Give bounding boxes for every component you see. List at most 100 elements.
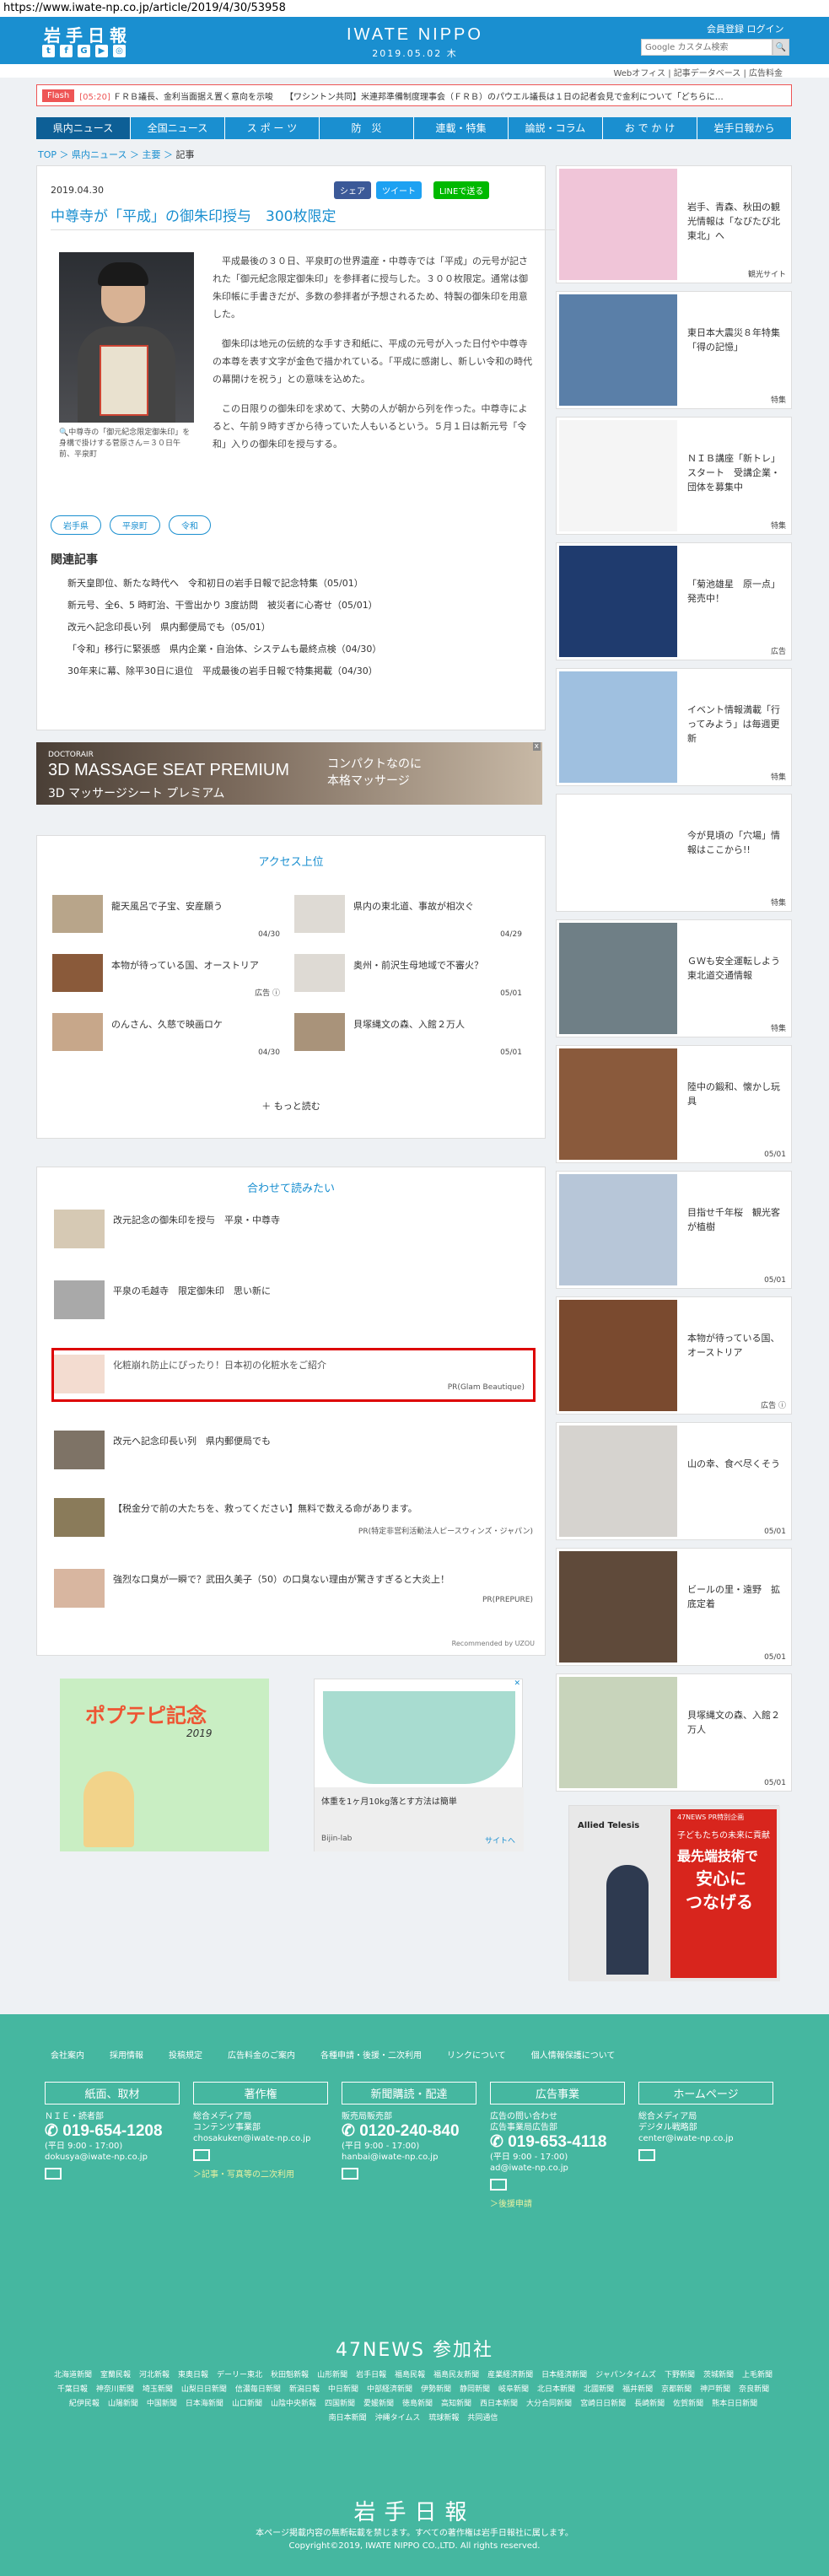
nav-local-news[interactable]: 県内ニュース <box>36 117 131 139</box>
line-share-button[interactable]: LINEで送る <box>433 181 490 199</box>
sidebar-item[interactable]: ビールの里・遠野 拡底定着 05/01 <box>556 1548 792 1666</box>
member-paper-link[interactable]: 秋田魁新報 <box>271 2369 309 2379</box>
twitter-icon[interactable]: t <box>42 45 55 57</box>
member-paper-link[interactable]: 琉球新報 <box>428 2412 459 2422</box>
member-paper-link[interactable]: 福島民友新聞 <box>433 2369 479 2379</box>
search-button[interactable]: 🔍 <box>772 39 789 56</box>
member-links[interactable]: 会員登録 ログイン <box>707 22 784 35</box>
mail-icon[interactable] <box>45 2168 62 2180</box>
sidebar-item[interactable]: 山の幸、食べ尽くそう 05/01 <box>556 1422 792 1540</box>
member-paper-link[interactable]: 埼玉新聞 <box>143 2383 173 2394</box>
sidebar-item[interactable]: 「菊池雄星 原一点」発売中！ 広告 <box>556 542 792 660</box>
member-paper-link[interactable]: 上毛新聞 <box>742 2369 772 2379</box>
member-paper-link[interactable]: 東奥日報 <box>178 2369 208 2379</box>
member-paper-link[interactable]: 山形新聞 <box>317 2369 347 2379</box>
nav-features[interactable]: 連載・特集 <box>414 117 509 139</box>
email-address[interactable]: dokusya@iwate-np.co.jp <box>45 2152 180 2163</box>
related-link[interactable]: 30年来に幕、除平30日に退位 平成最後の岩手日報で特集掲載（04/30） <box>67 660 381 682</box>
popteamepic-ad[interactable]: ポプテピ記念 2019 <box>60 1679 269 1851</box>
sponsorship-link[interactable]: ＞後援申請 <box>490 2196 625 2209</box>
related-link[interactable]: 改元へ記念印長い列 県内郵便局でも（05/01） <box>67 617 381 639</box>
youtube-icon[interactable]: ▶ <box>95 45 108 57</box>
nav-outing[interactable]: お で か け <box>603 117 697 139</box>
contact-button[interactable]: 紙面、取材 <box>45 2082 180 2104</box>
ticker-item[interactable]: 【ワシントン共同】米連邦準備制度理事会（ＦＲＢ）のパウエル議長は１日の記者会見で… <box>285 89 724 102</box>
member-paper-link[interactable]: 日本経済新聞 <box>541 2369 587 2379</box>
member-paper-link[interactable]: 長崎新聞 <box>634 2397 665 2408</box>
footer-link[interactable]: 各種申請・後援・二次利用 <box>320 2048 422 2061</box>
sidebar-item[interactable]: 本物が待っている国、オーストリア 広告 ⓘ <box>556 1296 792 1415</box>
email-address[interactable]: chosakuken@iwate-np.co.jp <box>193 2133 328 2144</box>
sidebar-item[interactable]: イベント情報満載「行ってみよう」は毎週更新 特集 <box>556 668 792 786</box>
footer-link[interactable]: 個人情報保護について <box>531 2048 616 2061</box>
member-paper-link[interactable]: 静岡新聞 <box>460 2383 490 2394</box>
member-paper-link[interactable]: 共同通信 <box>467 2412 498 2422</box>
search-input[interactable] <box>641 39 772 56</box>
sidebar-item[interactable]: ＮＩＢ講座「新トレ」スタート 受講企業・団体を募集中 特集 <box>556 417 792 535</box>
member-paper-link[interactable]: 紀伊民報 <box>69 2397 100 2408</box>
google-icon[interactable]: G <box>78 45 90 57</box>
footer-link[interactable]: 投稿規定 <box>169 2048 202 2061</box>
member-paper-link[interactable]: 北國新聞 <box>584 2383 614 2394</box>
crumb-local[interactable]: 県内ニュース <box>72 149 127 160</box>
tag-reiwa[interactable]: 令和 <box>169 515 211 535</box>
member-paper-link[interactable]: 沖縄タイムス <box>375 2412 421 2422</box>
diet-ad[interactable]: 体重を1ヶ月10kg落とす方法は簡単 Bijin-lab サイトへ ✕ <box>314 1679 524 1851</box>
nav-national-news[interactable]: 全国ニュース <box>131 117 225 139</box>
member-paper-link[interactable]: 信濃毎日新聞 <box>235 2383 281 2394</box>
ad-close-icon[interactable]: ✕ <box>514 1679 520 1688</box>
member-paper-link[interactable]: 山陽新聞 <box>108 2397 138 2408</box>
member-paper-link[interactable]: ジャパンタイムズ <box>595 2369 656 2379</box>
contact-button[interactable]: ホームページ <box>638 2082 773 2104</box>
member-paper-link[interactable]: 神奈川新聞 <box>96 2383 134 2394</box>
tweet-button[interactable]: ツイート <box>376 181 422 199</box>
mail-icon[interactable] <box>638 2149 655 2161</box>
tag-hiraizumi[interactable]: 平泉町 <box>110 515 160 535</box>
ad-site-link[interactable]: サイトへ <box>485 1835 515 1846</box>
more-button[interactable]: ＋ もっと読む <box>37 1099 545 1113</box>
member-paper-link[interactable]: 大分合同新聞 <box>526 2397 572 2408</box>
utility-nav[interactable]: Webオフィス | 記事データベース | 広告料金 <box>0 64 829 78</box>
member-paper-link[interactable]: デーリー東北 <box>217 2369 262 2379</box>
member-paper-link[interactable]: 福井新聞 <box>622 2383 653 2394</box>
member-paper-link[interactable]: 山口新聞 <box>232 2397 262 2408</box>
footer-link[interactable]: 広告料金のご案内 <box>228 2048 295 2061</box>
related-link[interactable]: 新天皇即位、新たな時代へ 令和初日の岩手日報で記念特集（05/01） <box>67 573 381 595</box>
member-paper-link[interactable]: 奈良新聞 <box>739 2383 769 2394</box>
member-paper-link[interactable]: 室蘭民報 <box>100 2369 131 2379</box>
contact-button[interactable]: 広告事業 <box>490 2082 625 2104</box>
member-paper-link[interactable]: 下野新聞 <box>665 2369 695 2379</box>
nav-columns[interactable]: 論説・コラム <box>509 117 603 139</box>
member-paper-link[interactable]: 千葉日報 <box>57 2383 88 2394</box>
nav-sports[interactable]: ス ポ ー ツ <box>225 117 320 139</box>
sidebar-item[interactable]: ＧＷも安全運転しよう 東北道交通情報 特集 <box>556 919 792 1037</box>
ranking-item[interactable]: 奥州・前沢生母地域で不審火？ 05/01 <box>294 954 522 998</box>
tag-iwate[interactable]: 岩手県 <box>51 515 101 535</box>
member-paper-link[interactable]: 徳島新聞 <box>402 2397 433 2408</box>
site-logo[interactable]: 岩手日報 <box>44 22 132 46</box>
related-link[interactable]: 新元号、全6、5 時町治、干雪出かり 3度訪問 被災者に心寄せ（05/01） <box>67 595 381 617</box>
mail-icon[interactable] <box>342 2168 358 2180</box>
mail-icon[interactable] <box>193 2149 210 2161</box>
sidebar-item[interactable]: 東日本大震災８年特集「得の記憶」 特集 <box>556 291 792 409</box>
member-paper-link[interactable]: 産業経済新聞 <box>487 2369 533 2379</box>
contact-button[interactable]: 新聞購読・配達 <box>342 2082 476 2104</box>
member-paper-link[interactable]: 岐阜新聞 <box>498 2383 529 2394</box>
member-paper-link[interactable]: 神戸新聞 <box>700 2383 730 2394</box>
member-paper-link[interactable]: 茨城新聞 <box>703 2369 734 2379</box>
facebook-share-button[interactable]: シェア <box>334 181 371 199</box>
sidebar-item[interactable]: 今が見頃の「穴場」情報はここから!! 特集 <box>556 794 792 912</box>
secondary-use-link[interactable]: ＞記事・写真等の二次利用 <box>193 2167 328 2180</box>
member-paper-link[interactable]: 南日本新聞 <box>329 2412 367 2422</box>
email-address[interactable]: center@iwate-np.co.jp <box>638 2133 773 2144</box>
ticker-item[interactable]: [05:20] ＦＲＢ議長、金利当面据え置く意向を示唆 <box>79 89 273 102</box>
member-paper-link[interactable]: 山陰中央新報 <box>271 2397 316 2408</box>
allied-telesis-ad[interactable]: Allied Telesis 47NEWS PR特別企画 子どもたちの未来に貢献… <box>568 1805 780 1981</box>
massage-seat-ad[interactable]: DOCTORAIR 3D MASSAGE SEAT PREMIUM 3D マッサ… <box>36 742 542 805</box>
member-paper-link[interactable]: 日本海新聞 <box>186 2397 223 2408</box>
member-paper-link[interactable]: 福島民報 <box>395 2369 425 2379</box>
ranking-item[interactable]: 貝塚縄文の森、入館２万人 05/01 <box>294 1013 522 1057</box>
member-paper-link[interactable]: 山梨日日新聞 <box>181 2383 227 2394</box>
sidebar-item[interactable]: 岩手、青森、秋田の観光情報は「なびたび北東北」へ 観光サイト <box>556 165 792 283</box>
member-paper-link[interactable]: 中部経済新聞 <box>367 2383 412 2394</box>
